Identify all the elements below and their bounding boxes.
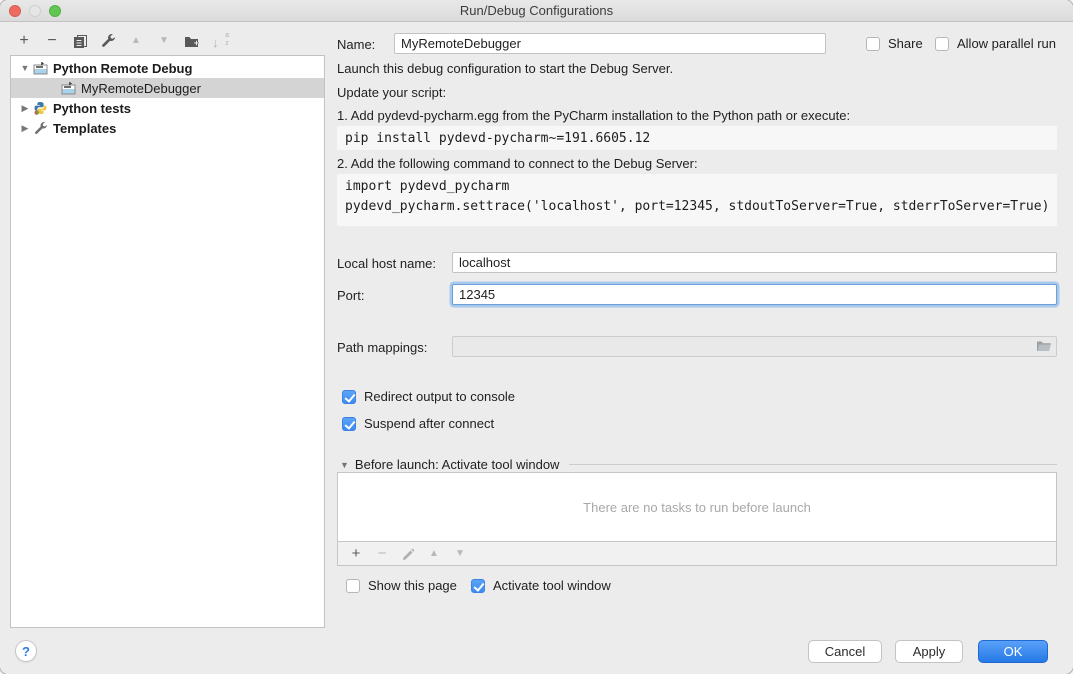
pencil-icon: [402, 547, 415, 560]
wrench-icon: [100, 33, 116, 49]
before-launch-header[interactable]: ▼ Before launch: Activate tool window: [340, 457, 1057, 472]
instruction-line-1: Launch this debug configuration to start…: [337, 61, 673, 76]
chevron-right-icon[interactable]: ▶: [19, 103, 31, 114]
edit-templates-button[interactable]: [98, 31, 118, 51]
redirect-output-checkbox-row[interactable]: Redirect output to console: [342, 389, 515, 404]
python-tests-icon: [33, 101, 49, 115]
window-title: Run/Debug Configurations: [460, 3, 613, 18]
browse-folder-icon[interactable]: [1036, 339, 1052, 353]
allow-parallel-run-checkbox-row[interactable]: Allow parallel run: [935, 36, 1056, 51]
activate-tool-window-checkbox-row[interactable]: Activate tool window: [471, 578, 611, 593]
minus-icon: −: [47, 31, 56, 51]
window-controls: [9, 5, 61, 17]
activate-tool-window-checkbox[interactable]: [471, 579, 485, 593]
question-mark-icon: ?: [22, 644, 30, 659]
instruction-step-2: 2. Add the following command to connect …: [337, 156, 698, 171]
down-arrow-icon: ▼: [455, 544, 465, 564]
allow-parallel-run-checkbox[interactable]: [935, 37, 949, 51]
up-arrow-icon: ▲: [429, 544, 439, 564]
share-label: Share: [888, 36, 923, 51]
configurations-tree: ▼ Python Remote Debug MyRemoteDebugger ▶…: [10, 55, 325, 628]
pip-install-code-snippet: pip install pydevd-pycharm~=191.6605.12: [337, 126, 1057, 150]
show-this-page-checkbox[interactable]: [346, 579, 360, 593]
move-task-up-button[interactable]: ▲: [424, 544, 444, 564]
chevron-right-icon[interactable]: ▶: [19, 123, 31, 134]
share-checkbox[interactable]: [866, 37, 880, 51]
new-folder-button[interactable]: [182, 31, 202, 51]
settrace-code-snippet: import pydevd_pycharm pydevd_pycharm.set…: [337, 174, 1057, 226]
empty-tasks-message: There are no tasks to run before launch: [583, 500, 811, 515]
redirect-output-checkbox[interactable]: [342, 390, 356, 404]
before-launch-toolbar: + − ▲ ▼: [337, 542, 1057, 566]
plus-icon: +: [352, 544, 361, 564]
down-arrow-icon: ▼: [159, 31, 169, 51]
port-input[interactable]: [452, 284, 1057, 305]
remove-configuration-button[interactable]: −: [42, 31, 62, 51]
edit-task-button[interactable]: [398, 544, 418, 564]
suspend-after-connect-checkbox-row[interactable]: Suspend after connect: [342, 416, 494, 431]
header-rule: [569, 464, 1057, 465]
plus-icon: +: [19, 31, 28, 51]
minimize-window-button[interactable]: [29, 5, 41, 17]
remove-task-button[interactable]: −: [372, 544, 392, 564]
chevron-down-icon[interactable]: ▼: [340, 460, 349, 470]
show-this-page-checkbox-row[interactable]: Show this page: [346, 578, 457, 593]
code-line-2: pydevd_pycharm.settrace('localhost', por…: [345, 199, 1049, 214]
name-input[interactable]: [394, 33, 826, 54]
code-line-1: import pydevd_pycharm: [345, 179, 509, 194]
tree-item-label: MyRemoteDebugger: [81, 81, 201, 96]
tree-item-python-remote-debug[interactable]: ▼ Python Remote Debug: [11, 58, 324, 78]
local-host-name-label: Local host name:: [337, 256, 436, 271]
port-label: Port:: [337, 288, 364, 303]
path-mappings-label: Path mappings:: [337, 340, 427, 355]
move-task-down-button[interactable]: ▼: [450, 544, 470, 564]
tree-item-label: Templates: [53, 121, 116, 136]
copy-icon: [73, 34, 88, 49]
up-arrow-icon: ▲: [131, 31, 141, 51]
new-folder-icon: [184, 34, 200, 49]
close-window-button[interactable]: [9, 5, 21, 17]
copy-configuration-button[interactable]: [70, 31, 90, 51]
configurations-toolbar: + − ▲ ▼ ↓az: [14, 31, 238, 51]
title-bar: Run/Debug Configurations: [0, 0, 1073, 22]
suspend-after-connect-checkbox[interactable]: [342, 417, 356, 431]
before-launch-title: Before launch: Activate tool window: [355, 457, 560, 472]
cancel-button[interactable]: Cancel: [808, 640, 882, 663]
help-button[interactable]: ?: [15, 640, 37, 662]
local-host-name-input[interactable]: [452, 252, 1057, 273]
tree-item-label: Python Remote Debug: [53, 61, 192, 76]
remote-debug-config-icon: [61, 81, 77, 95]
tree-item-myremotedebugger[interactable]: MyRemoteDebugger: [11, 78, 324, 98]
move-down-button[interactable]: ▼: [154, 31, 174, 51]
apply-button[interactable]: Apply: [895, 640, 963, 663]
show-this-page-label: Show this page: [368, 578, 457, 593]
before-launch-task-list[interactable]: There are no tasks to run before launch: [337, 472, 1057, 542]
redirect-output-label: Redirect output to console: [364, 389, 515, 404]
add-configuration-button[interactable]: +: [14, 31, 34, 51]
minus-icon: −: [378, 544, 387, 564]
suspend-after-connect-label: Suspend after connect: [364, 416, 494, 431]
allow-parallel-run-label: Allow parallel run: [957, 36, 1056, 51]
zoom-window-button[interactable]: [49, 5, 61, 17]
path-mappings-input[interactable]: [452, 336, 1057, 357]
share-checkbox-row[interactable]: Share: [866, 36, 923, 51]
sort-configurations-button[interactable]: ↓az: [210, 31, 230, 51]
activate-tool-window-label: Activate tool window: [493, 578, 611, 593]
tree-item-label: Python tests: [53, 101, 131, 116]
run-debug-configurations-dialog: Run/Debug Configurations + − ▲ ▼: [0, 0, 1073, 674]
instruction-line-2: Update your script:: [337, 85, 446, 100]
path-mappings-field-wrap: [452, 336, 1057, 357]
name-label: Name:: [337, 37, 375, 52]
tree-item-templates[interactable]: ▶ Templates: [11, 118, 324, 138]
add-task-button[interactable]: +: [346, 544, 366, 564]
instruction-step-1: 1. Add pydevd-pycharm.egg from the PyCha…: [337, 108, 850, 123]
ok-button[interactable]: OK: [978, 640, 1048, 663]
wrench-icon: [33, 121, 49, 135]
remote-debug-config-icon: [33, 61, 49, 75]
sort-az-icon: ↓az: [211, 32, 229, 50]
chevron-down-icon[interactable]: ▼: [19, 63, 31, 73]
move-up-button[interactable]: ▲: [126, 31, 146, 51]
tree-item-python-tests[interactable]: ▶ Python tests: [11, 98, 324, 118]
